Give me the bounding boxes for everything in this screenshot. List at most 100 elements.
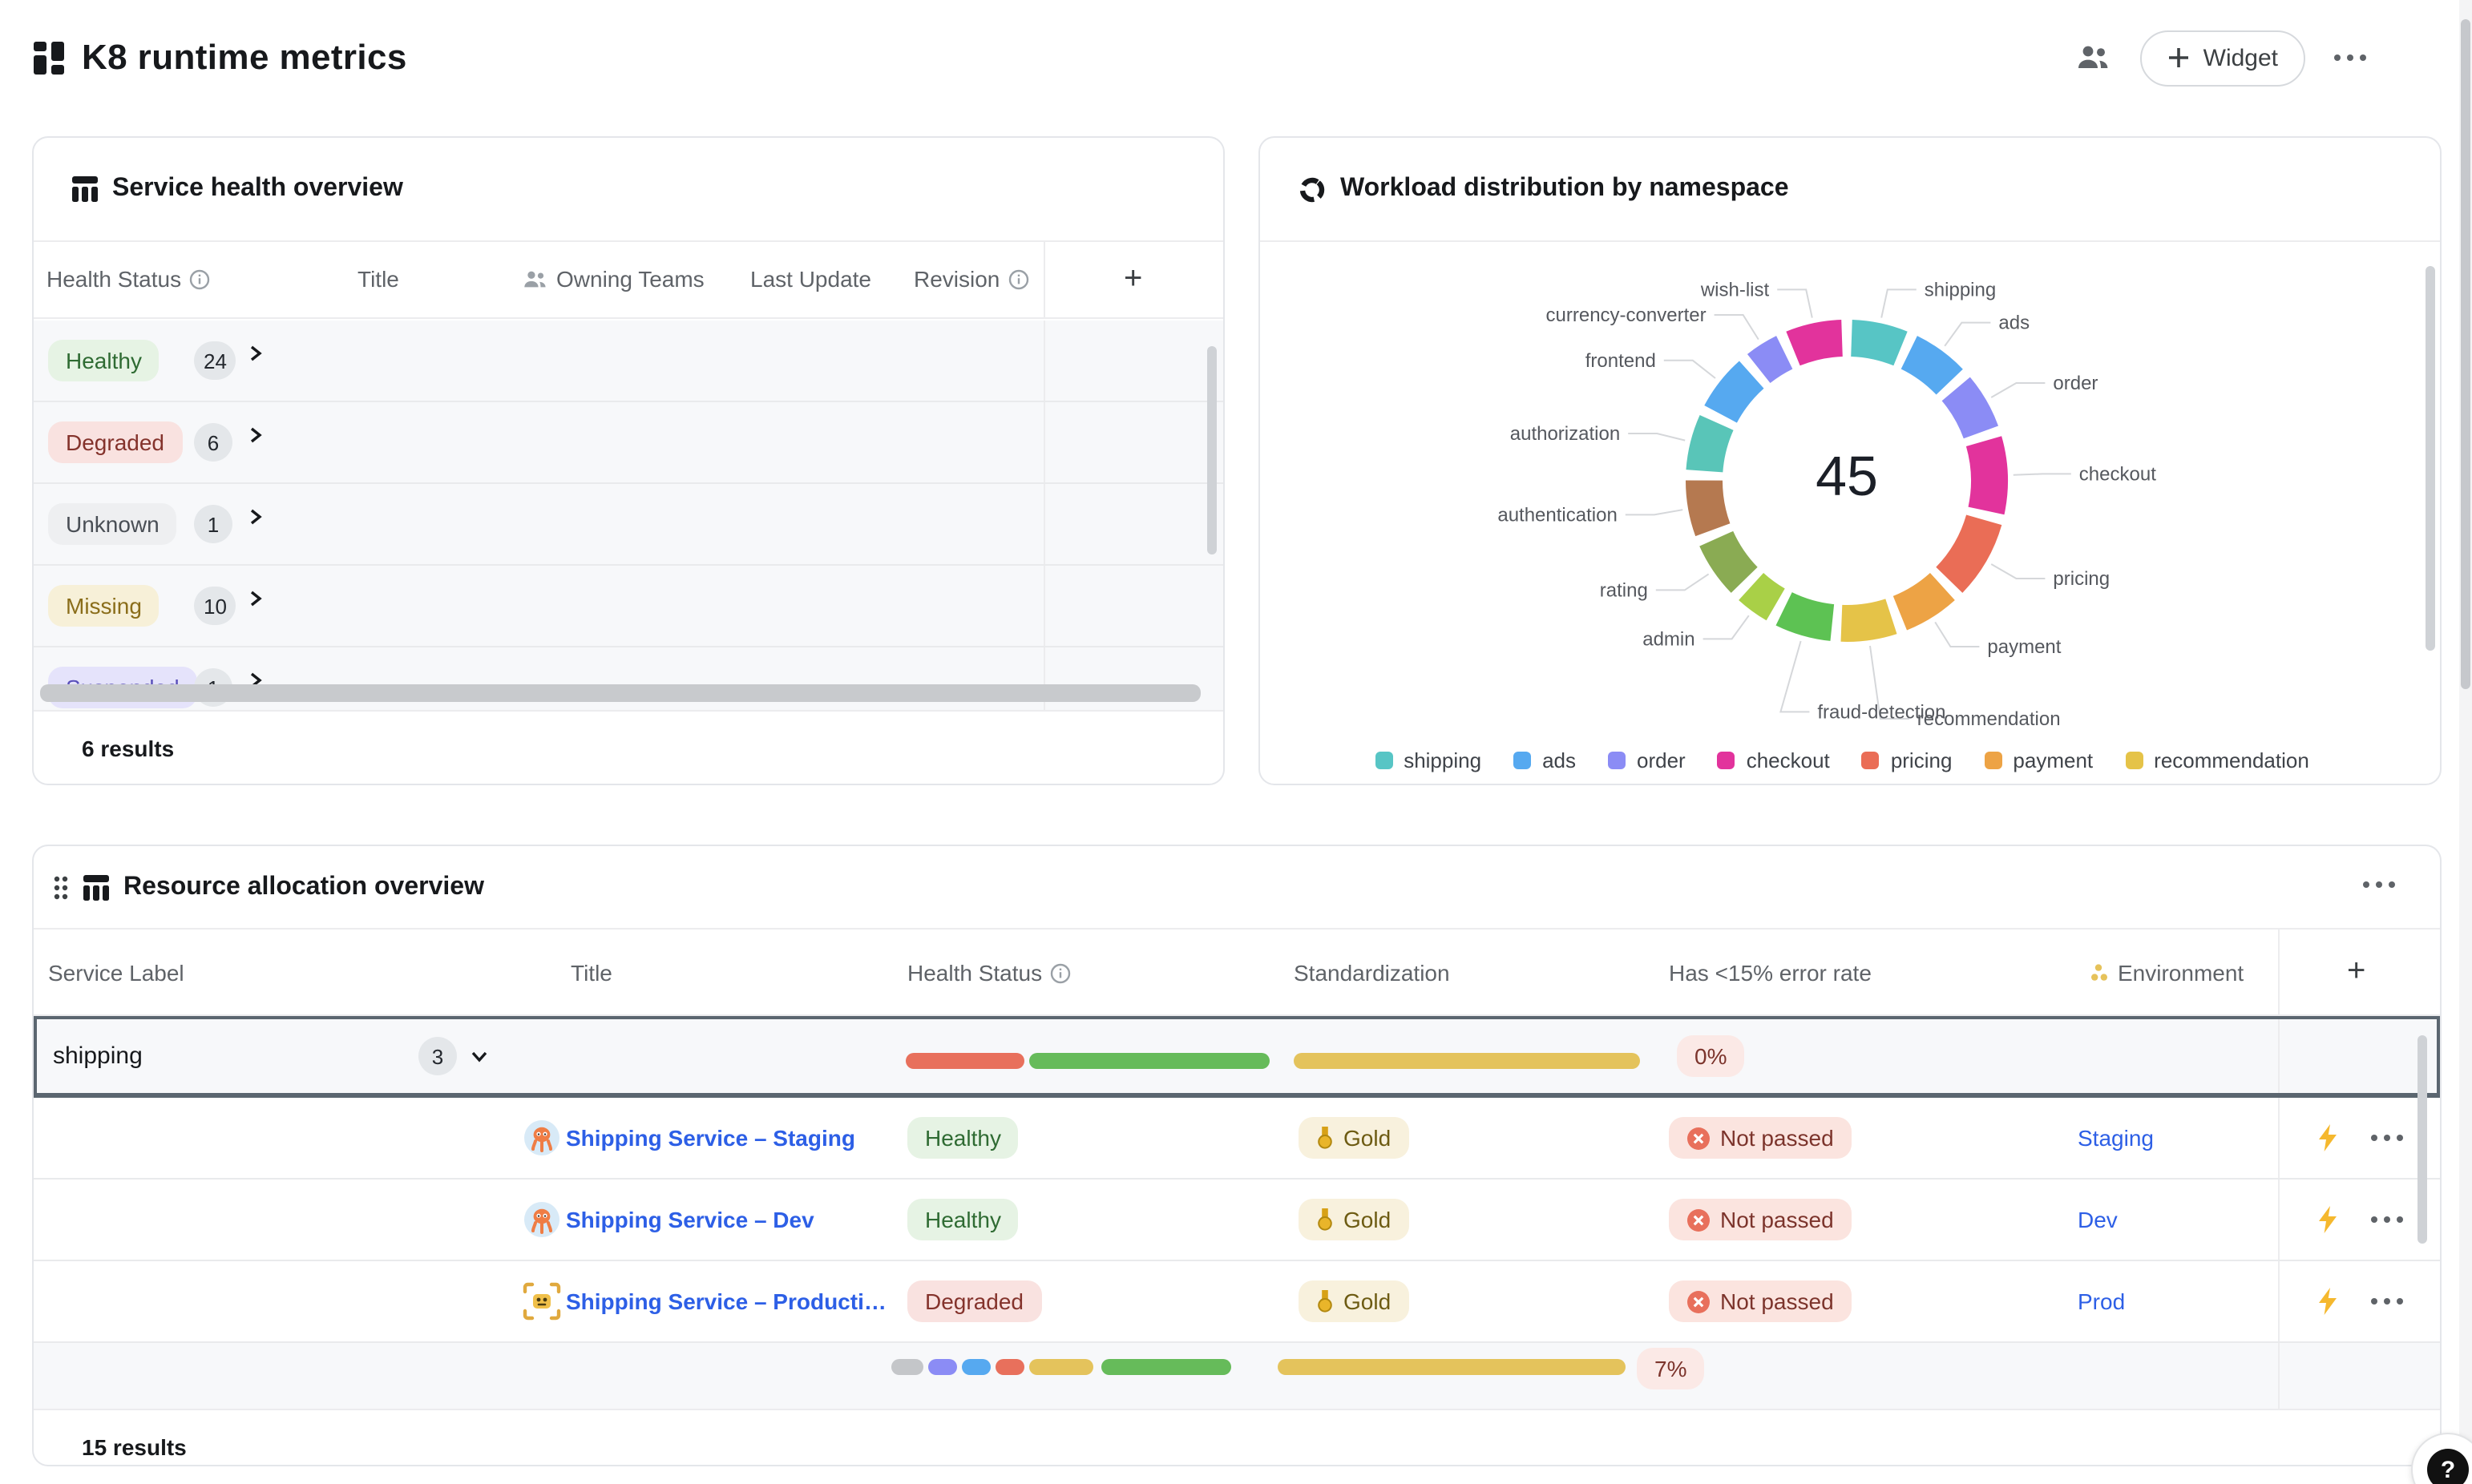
donut-label-order: order — [2053, 373, 2098, 394]
legend-item-pricing[interactable]: pricing — [1862, 748, 1953, 772]
col-title[interactable]: Title — [357, 266, 399, 292]
col-last-update[interactable]: Last Update — [750, 266, 871, 292]
col-title[interactable]: Title — [571, 960, 612, 986]
chevron-right-icon[interactable] — [247, 590, 265, 607]
service-row-dev[interactable]: Shipping Service – Dev Healthy Gold Not … — [34, 1180, 2440, 1261]
drag-handle-icon[interactable] — [53, 874, 69, 900]
group-row-next[interactable]: 7% — [34, 1343, 2440, 1409]
donut-segment-recommendation[interactable] — [1841, 616, 1891, 623]
environment-link[interactable]: Dev — [2078, 1207, 2118, 1232]
lightning-icon[interactable] — [2316, 1288, 2339, 1315]
row-more-menu[interactable] — [2371, 1298, 2403, 1305]
add-column-button[interactable]: + — [1124, 263, 1142, 295]
environment-link[interactable]: Prod — [2078, 1288, 2125, 1314]
donut-segment-frontend[interactable] — [1721, 375, 1752, 414]
chevron-right-icon[interactable] — [247, 508, 265, 526]
col-environment[interactable]: Environment — [2090, 960, 2244, 986]
question-mark-icon: ? — [2427, 1449, 2469, 1484]
col-standardization[interactable]: Standardization — [1294, 960, 1450, 986]
health-row-healthy[interactable]: Healthy 24 — [34, 321, 1223, 402]
service-title-link[interactable]: Shipping Service – Dev — [566, 1207, 814, 1232]
col-error-rate[interactable]: Has <15% error rate — [1669, 960, 1872, 986]
add-column-button[interactable]: + — [2347, 955, 2365, 987]
info-icon — [1008, 268, 1028, 289]
error-rate-badge: 7% — [1637, 1348, 1704, 1389]
chevron-right-icon[interactable] — [247, 426, 265, 444]
legend-label: recommendation — [2154, 748, 2309, 772]
label-leader-line — [1664, 361, 1715, 378]
donut-label-pricing: pricing — [2053, 568, 2110, 590]
health-bar-healthy — [1029, 1053, 1270, 1069]
chevron-down-icon[interactable] — [470, 1046, 489, 1066]
legend-item-order[interactable]: order — [1608, 748, 1686, 772]
donut-segment-pricing[interactable] — [1949, 520, 1984, 580]
donut-label-checkout: checkout — [2079, 463, 2156, 485]
health-bar-degraded — [906, 1053, 1024, 1069]
label-leader-line — [1628, 434, 1685, 441]
legend-item-payment[interactable]: payment — [1984, 748, 2093, 772]
vertical-scrollbar[interactable] — [2417, 1035, 2427, 1244]
legend-label: checkout — [1747, 748, 1830, 772]
label-leader-line — [1945, 323, 1990, 346]
label-leader-line — [1656, 574, 1709, 590]
team-icon — [523, 268, 548, 289]
legend-item-recommendation[interactable]: recommendation — [2125, 748, 2309, 772]
donut-segment-currency-converter[interactable] — [1759, 353, 1784, 369]
col-owning-teams[interactable]: Owning Teams — [523, 266, 705, 292]
chart-legend: shipping ads order checkout pricing payment re… — [1260, 748, 2424, 772]
row-more-menu[interactable] — [2371, 1135, 2403, 1141]
donut-segment-rating[interactable] — [1716, 538, 1744, 580]
info-icon — [189, 268, 210, 289]
standardization-bar — [1278, 1359, 1626, 1375]
donut-label-currency-converter: currency-converter — [1546, 304, 1707, 326]
page-scrollbar[interactable] — [2461, 19, 2470, 689]
vertical-scrollbar[interactable] — [1207, 346, 1217, 554]
donut-segment-fraud-detection[interactable] — [1784, 609, 1832, 623]
results-count: 15 results — [82, 1434, 187, 1460]
service-title-link[interactable]: Shipping Service – Producti… — [566, 1288, 887, 1314]
legend-swatch — [2125, 752, 2143, 769]
col-service-label[interactable]: Service Label — [48, 960, 184, 986]
col-health-status[interactable]: Health Status — [46, 266, 210, 292]
count-badge: 6 — [194, 423, 232, 462]
label-leader-line — [1991, 383, 2045, 397]
health-bar-info — [962, 1359, 991, 1375]
donut-segment-ads[interactable] — [1909, 353, 1949, 382]
legend-item-checkout[interactable]: checkout — [1718, 748, 1830, 772]
lightning-icon[interactable] — [2316, 1206, 2339, 1233]
lightning-icon[interactable] — [2316, 1124, 2339, 1151]
users-icon[interactable] — [2077, 43, 2112, 72]
legend-item-ads[interactable]: ads — [1513, 748, 1576, 772]
health-row-degraded[interactable]: Degraded 6 — [34, 402, 1223, 484]
donut-segment-shipping[interactable] — [1852, 338, 1900, 349]
donut-segment-authentication[interactable] — [1704, 481, 1713, 530]
donut-segment-admin[interactable] — [1751, 587, 1776, 604]
vertical-scrollbar[interactable] — [2426, 266, 2435, 651]
legend-label: ads — [1542, 748, 1576, 772]
health-row-unknown[interactable]: Unknown 1 — [34, 484, 1223, 566]
add-widget-button[interactable]: Widget — [2141, 30, 2305, 86]
standardization-badge: Gold — [1299, 1280, 1408, 1322]
service-row-staging[interactable]: Shipping Service – Staging Healthy Gold … — [34, 1098, 2440, 1180]
group-row-shipping[interactable]: shipping 3 0% — [34, 1016, 2440, 1098]
page-more-menu[interactable] — [2334, 54, 2366, 61]
environment-link[interactable]: Staging — [2078, 1125, 2154, 1151]
card-more-menu[interactable] — [2363, 881, 2395, 888]
col-revision[interactable]: Revision — [914, 266, 1028, 292]
donut-segment-authorization[interactable] — [1704, 422, 1716, 470]
service-row-production[interactable]: Shipping Service – Producti… Degraded Go… — [34, 1261, 2440, 1343]
donut-segment-wish-list[interactable] — [1793, 338, 1842, 349]
octopus-avatar-icon — [523, 1200, 561, 1239]
donut-label-admin: admin — [1642, 628, 1694, 650]
legend-item-shipping[interactable]: shipping — [1375, 748, 1481, 772]
health-row-missing[interactable]: Missing 10 — [34, 566, 1223, 647]
donut-segment-payment[interactable] — [1900, 587, 1942, 613]
row-more-menu[interactable] — [2371, 1216, 2403, 1223]
col-health-status[interactable]: Health Status — [907, 960, 1071, 986]
chevron-right-icon[interactable] — [247, 345, 265, 362]
count-badge: 24 — [194, 341, 236, 380]
donut-segment-order[interactable] — [1956, 389, 1981, 432]
donut-segment-checkout[interactable] — [1984, 442, 1989, 511]
horizontal-scrollbar[interactable] — [40, 684, 1201, 702]
service-title-link[interactable]: Shipping Service – Staging — [566, 1125, 855, 1151]
